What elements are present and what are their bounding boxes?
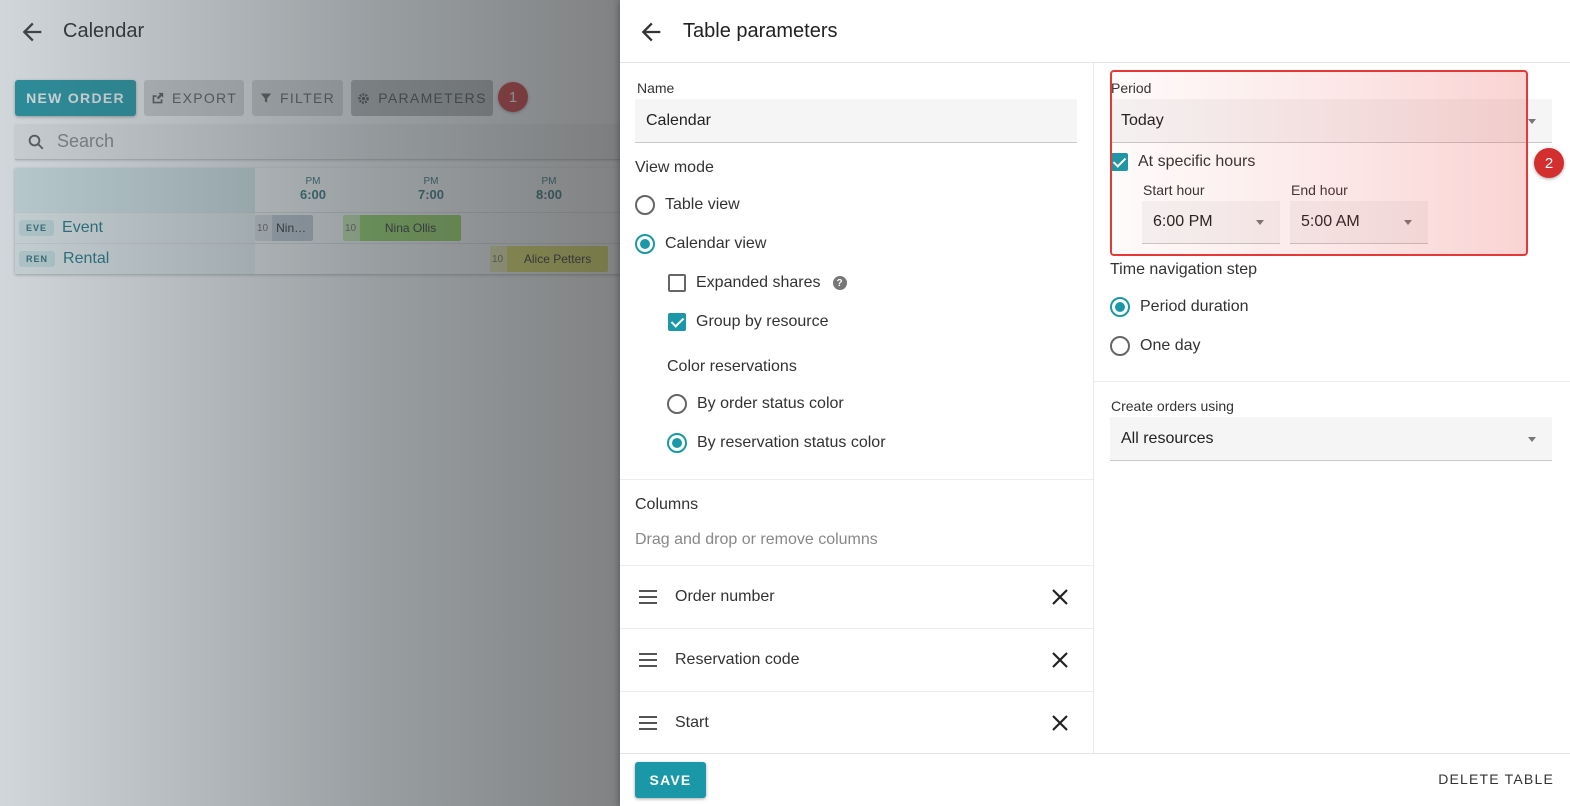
step-badge-2: 2 <box>1534 148 1564 178</box>
column-label: Order number <box>675 588 775 605</box>
hour-header: PM 8:00 <box>535 176 563 202</box>
create-orders-label: Create orders using <box>1111 398 1234 414</box>
reservation-block[interactable]: 10 Nina Ollis <box>343 215 461 241</box>
column-divider <box>1093 63 1094 753</box>
calendar-row-rental: REN Rental 10 Alice Petters <box>15 243 620 274</box>
group-by-resource-checkbox[interactable]: Group by resource <box>668 310 829 334</box>
calendar-header: Calendar <box>0 0 620 62</box>
dropdown-arrow-icon <box>1528 118 1536 124</box>
radio-icon <box>1110 336 1130 356</box>
close-icon[interactable] <box>1050 713 1070 733</box>
period-duration-radio[interactable]: Period duration <box>1110 295 1249 319</box>
resource-code: EVE <box>19 220 55 236</box>
search-bar[interactable]: Search <box>15 124 620 160</box>
radio-checked-icon <box>1110 297 1130 317</box>
create-orders-select[interactable]: All resources <box>1110 417 1552 461</box>
name-label: Name <box>637 80 675 96</box>
panel-footer: SAVE DELETE TABLE <box>620 753 1570 806</box>
columns-hint: Drag and drop or remove columns <box>635 531 878 548</box>
close-icon[interactable] <box>1050 650 1070 670</box>
one-day-radio[interactable]: One day <box>1110 334 1200 358</box>
period-label: Period <box>1111 80 1152 96</box>
panel-title: Table parameters <box>683 20 838 42</box>
delete-table-button[interactable]: DELETE TABLE <box>1438 771 1554 787</box>
column-item[interactable]: Start <box>620 691 1093 754</box>
filter-icon <box>260 93 272 103</box>
table-parameters-panel: Table parameters Name Calendar View mode… <box>620 0 1570 806</box>
drag-handle-icon[interactable] <box>639 589 657 605</box>
save-button[interactable]: SAVE <box>635 762 706 798</box>
hour-header: PM 7:00 <box>417 176 445 202</box>
period-select[interactable]: Today <box>1110 99 1552 143</box>
search-icon <box>28 134 44 149</box>
calendar-page: Calendar NEW ORDER EXPORT FILTER PARAMET… <box>0 0 620 806</box>
hour-header: PM 6:00 <box>299 176 327 202</box>
dropdown-arrow-icon <box>1256 220 1264 225</box>
resource-name[interactable]: Rental <box>63 250 109 268</box>
page-title: Calendar <box>63 20 145 42</box>
time-navigation-label: Time navigation step <box>1110 261 1258 278</box>
reservation-block[interactable]: 10 Nina... <box>255 215 313 241</box>
checkbox-checked-icon <box>668 313 686 331</box>
view-mode-label: View mode <box>635 159 714 176</box>
column-item[interactable]: Reservation code <box>620 628 1093 691</box>
checkbox-checked-icon <box>1110 153 1128 171</box>
back-arrow-icon[interactable] <box>637 18 665 46</box>
columns-label: Columns <box>635 496 699 513</box>
calendar-header-corner <box>15 168 255 212</box>
color-reservations-label: Color reservations <box>667 358 797 375</box>
row-label: EVE Event <box>15 213 255 243</box>
drag-handle-icon[interactable] <box>639 652 657 668</box>
drag-handle-icon[interactable] <box>639 715 657 731</box>
column-item[interactable]: Order number <box>620 565 1093 628</box>
new-order-button[interactable]: NEW ORDER <box>15 80 136 116</box>
dropdown-arrow-icon <box>1404 220 1412 225</box>
close-icon[interactable] <box>1050 587 1070 607</box>
radio-icon <box>635 195 655 215</box>
order-status-color-radio[interactable]: By order status color <box>667 392 844 416</box>
gear-icon <box>358 92 370 104</box>
dropdown-arrow-icon <box>1528 436 1536 442</box>
calendar-view-radio[interactable]: Calendar view <box>635 232 766 256</box>
start-hour-select[interactable]: 6:00 PM <box>1142 201 1280 244</box>
step-badge-1: 1 <box>498 82 528 112</box>
table-view-radio[interactable]: Table view <box>635 193 740 217</box>
reservation-status-color-radio[interactable]: By reservation status color <box>667 431 886 455</box>
reservation-block[interactable]: 10 Alice Petters <box>490 246 608 272</box>
panel-header: Table parameters <box>620 0 1570 63</box>
back-arrow-icon[interactable] <box>18 18 46 46</box>
expanded-shares-checkbox[interactable]: Expanded shares? <box>668 271 847 295</box>
section-divider <box>1094 381 1570 382</box>
checkbox-icon <box>668 274 686 292</box>
resource-code: REN <box>19 251 56 267</box>
end-hour-select[interactable]: 5:00 AM <box>1290 201 1428 244</box>
resource-name[interactable]: Event <box>62 219 103 237</box>
share-icon <box>152 92 164 103</box>
filter-button[interactable]: FILTER <box>252 80 343 116</box>
parameters-button[interactable]: PARAMETERS <box>351 80 493 116</box>
radio-checked-icon <box>635 234 655 254</box>
help-icon[interactable]: ? <box>832 276 847 290</box>
start-hour-label: Start hour <box>1143 182 1205 198</box>
section-divider <box>620 479 1093 480</box>
end-hour-label: End hour <box>1291 182 1348 198</box>
name-input[interactable]: Calendar <box>635 99 1077 143</box>
column-label: Start <box>675 714 709 731</box>
at-specific-hours-checkbox[interactable]: At specific hours <box>1110 150 1255 174</box>
export-button[interactable]: EXPORT <box>144 80 244 116</box>
calendar-row-event: EVE Event 10 Nina... 10 Nina Ollis <box>15 212 620 243</box>
calendar-grid: PM 6:00 PM 7:00 PM 8:00 EVE Event 10 Nin… <box>15 168 620 274</box>
radio-icon <box>667 394 687 414</box>
row-label: REN Rental <box>15 244 255 274</box>
radio-checked-icon <box>667 433 687 453</box>
search-input[interactable]: Search <box>57 131 114 152</box>
column-label: Reservation code <box>675 651 800 668</box>
